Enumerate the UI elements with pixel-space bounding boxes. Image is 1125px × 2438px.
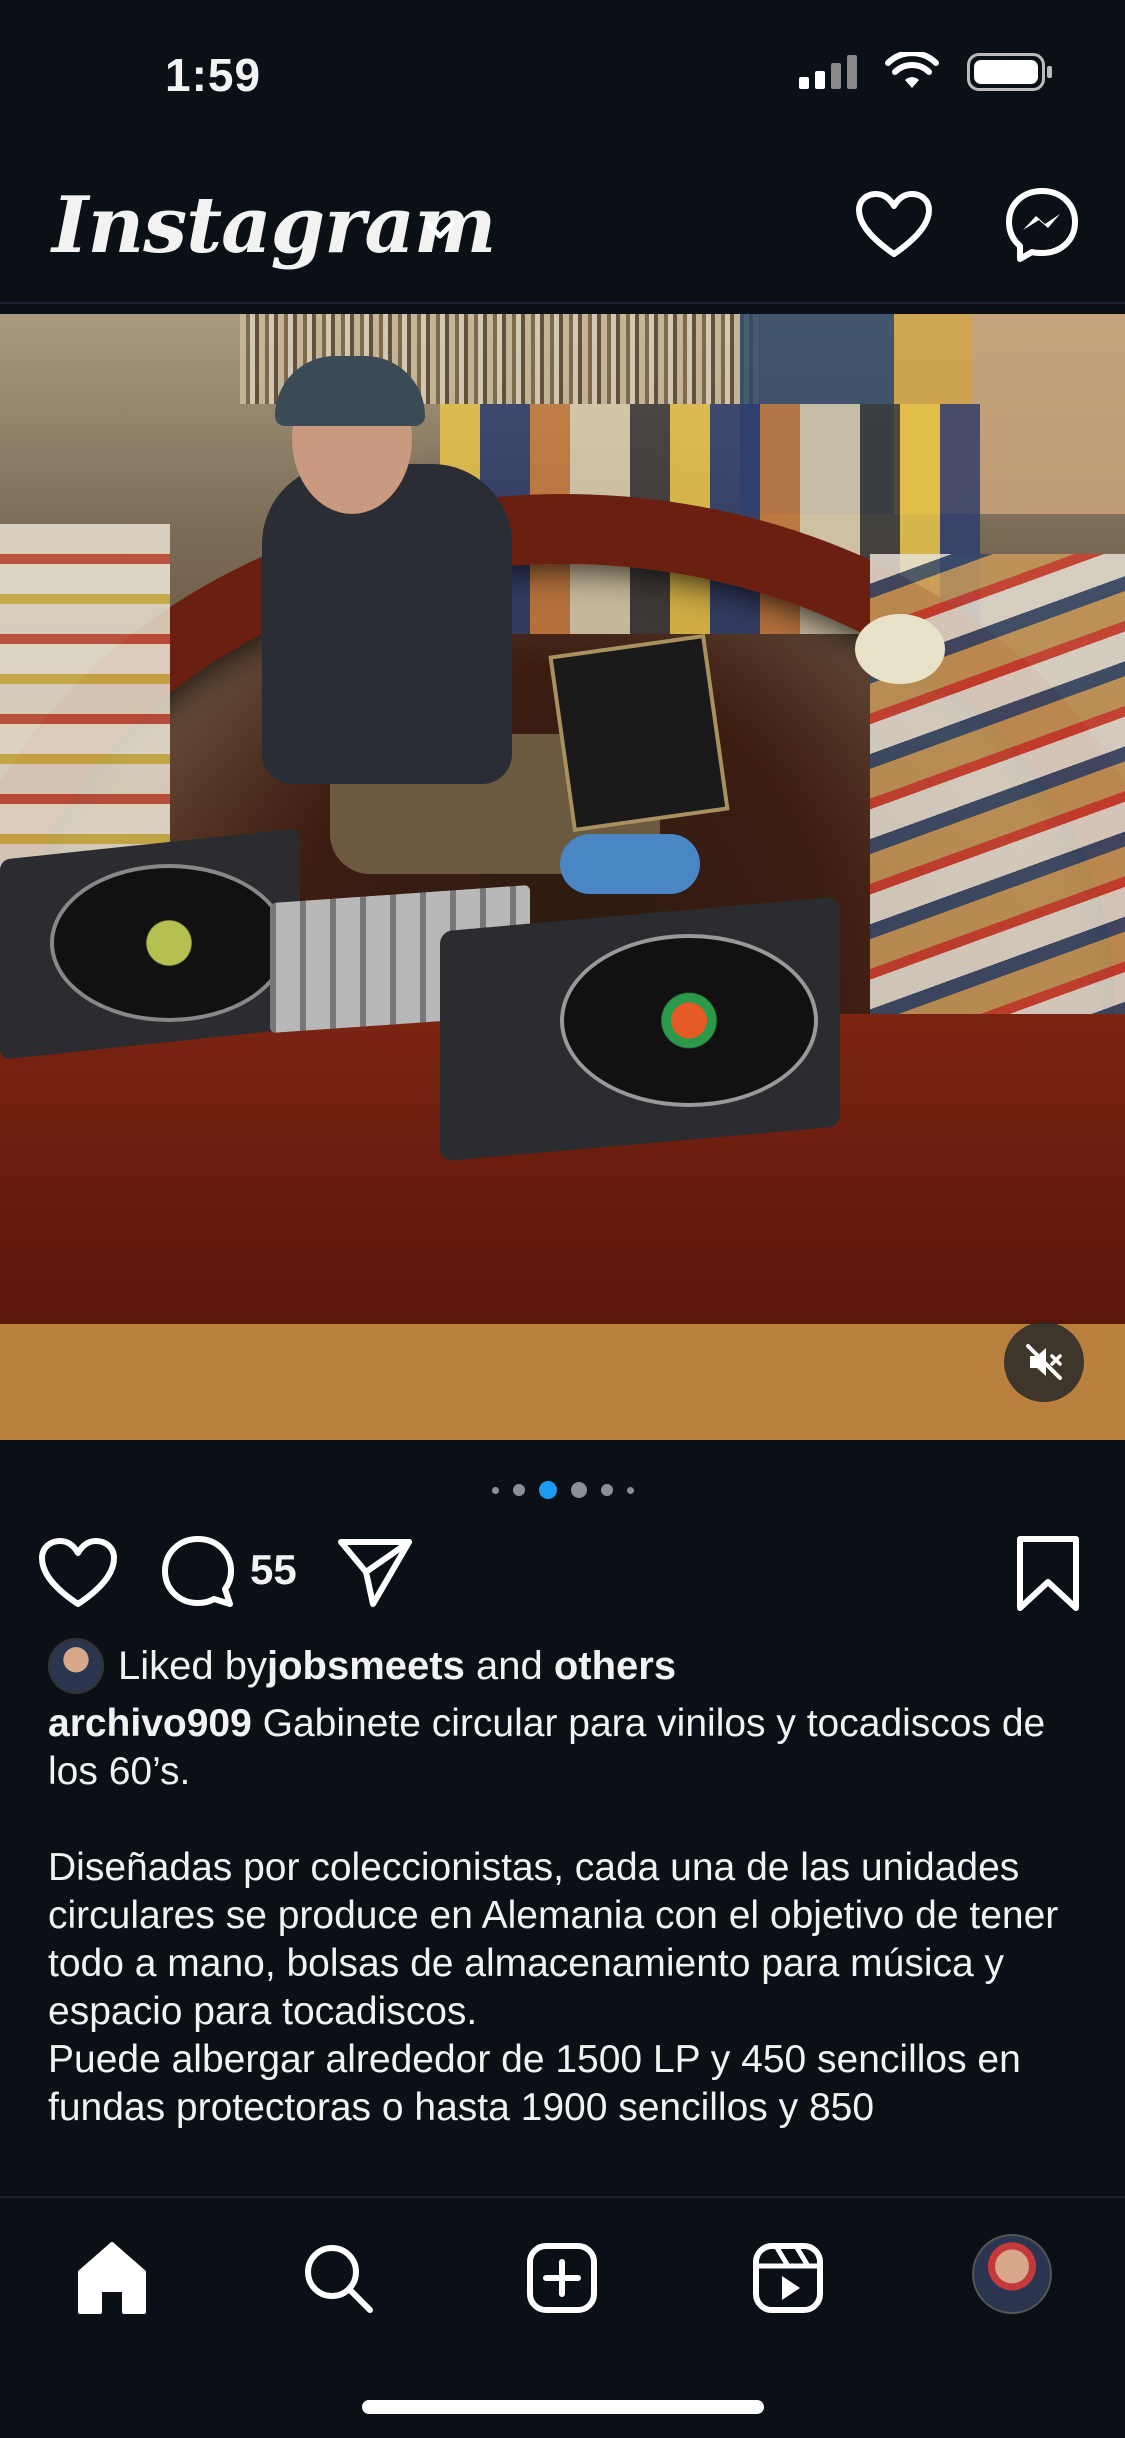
share-send-icon[interactable]: [335, 1536, 415, 1608]
record-sleeve: [548, 633, 730, 833]
profile-avatar[interactable]: [972, 2234, 1052, 2314]
liked-by-others[interactable]: others: [554, 1644, 676, 1689]
carousel-dot: [626, 1486, 634, 1494]
likes-connector: and: [464, 1643, 554, 1688]
chevron-down-icon[interactable]: [420, 210, 460, 250]
cellular-signal-icon: [799, 55, 857, 89]
comment-icon[interactable]: [160, 1534, 236, 1610]
caption-paragraph: Puede albergar alrededor de 1500 LP y 45…: [48, 2038, 1021, 2129]
vinyl-disc-left: [50, 864, 288, 1022]
wood-floor: [0, 1324, 1125, 1440]
post-photo[interactable]: [0, 314, 1125, 1440]
carousel-dot: [600, 1484, 613, 1496]
header-divider: [0, 302, 1125, 304]
caption-username[interactable]: archivo909: [48, 1702, 252, 1745]
notifications-heart-icon[interactable]: [855, 190, 933, 260]
like-heart-icon[interactable]: [38, 1536, 118, 1610]
carousel-dot-active: [538, 1481, 557, 1499]
home-indicator[interactable]: [362, 2400, 764, 2414]
home-icon[interactable]: [72, 2238, 152, 2318]
caption-paragraph: Diseñadas por coleccionistas, cada una d…: [48, 1846, 1059, 2033]
desk-lamp: [855, 614, 945, 684]
liked-by-user[interactable]: jobsmeets: [267, 1644, 465, 1689]
carousel-indicator: [0, 1478, 1125, 1502]
reels-icon[interactable]: [748, 2238, 828, 2318]
app-header: Instagram: [0, 170, 1125, 300]
person-torso: [262, 464, 512, 784]
search-icon[interactable]: [298, 2238, 378, 2318]
bookmark-icon[interactable]: [1012, 1534, 1084, 1614]
vinyl-disc-right: [560, 934, 818, 1107]
likes-prefix: Liked by: [118, 1643, 267, 1688]
mute-button[interactable]: [1004, 1322, 1084, 1402]
carousel-dot: [570, 1482, 587, 1498]
avatar[interactable]: [48, 1638, 104, 1694]
create-post-icon[interactable]: [522, 2238, 602, 2318]
carousel-dot: [491, 1486, 499, 1494]
wifi-icon: [885, 52, 939, 88]
status-time: 1:59: [165, 49, 262, 101]
battery-icon: [967, 53, 1052, 91]
likes-summary[interactable]: Liked by jobsmeets and others: [48, 1638, 676, 1694]
comment-count[interactable]: 55: [250, 1546, 297, 1594]
speaker-muted-icon: [1026, 1344, 1062, 1380]
carousel-dot: [512, 1484, 525, 1496]
messenger-icon[interactable]: [1003, 186, 1081, 264]
post-caption: archivo909 Gabinete circular para vinilo…: [48, 1700, 1088, 2132]
post-actions: 55: [0, 1530, 1125, 1630]
person-shoe: [560, 834, 700, 894]
status-icons: [799, 52, 1052, 92]
status-bar: 1:59: [0, 0, 1125, 150]
